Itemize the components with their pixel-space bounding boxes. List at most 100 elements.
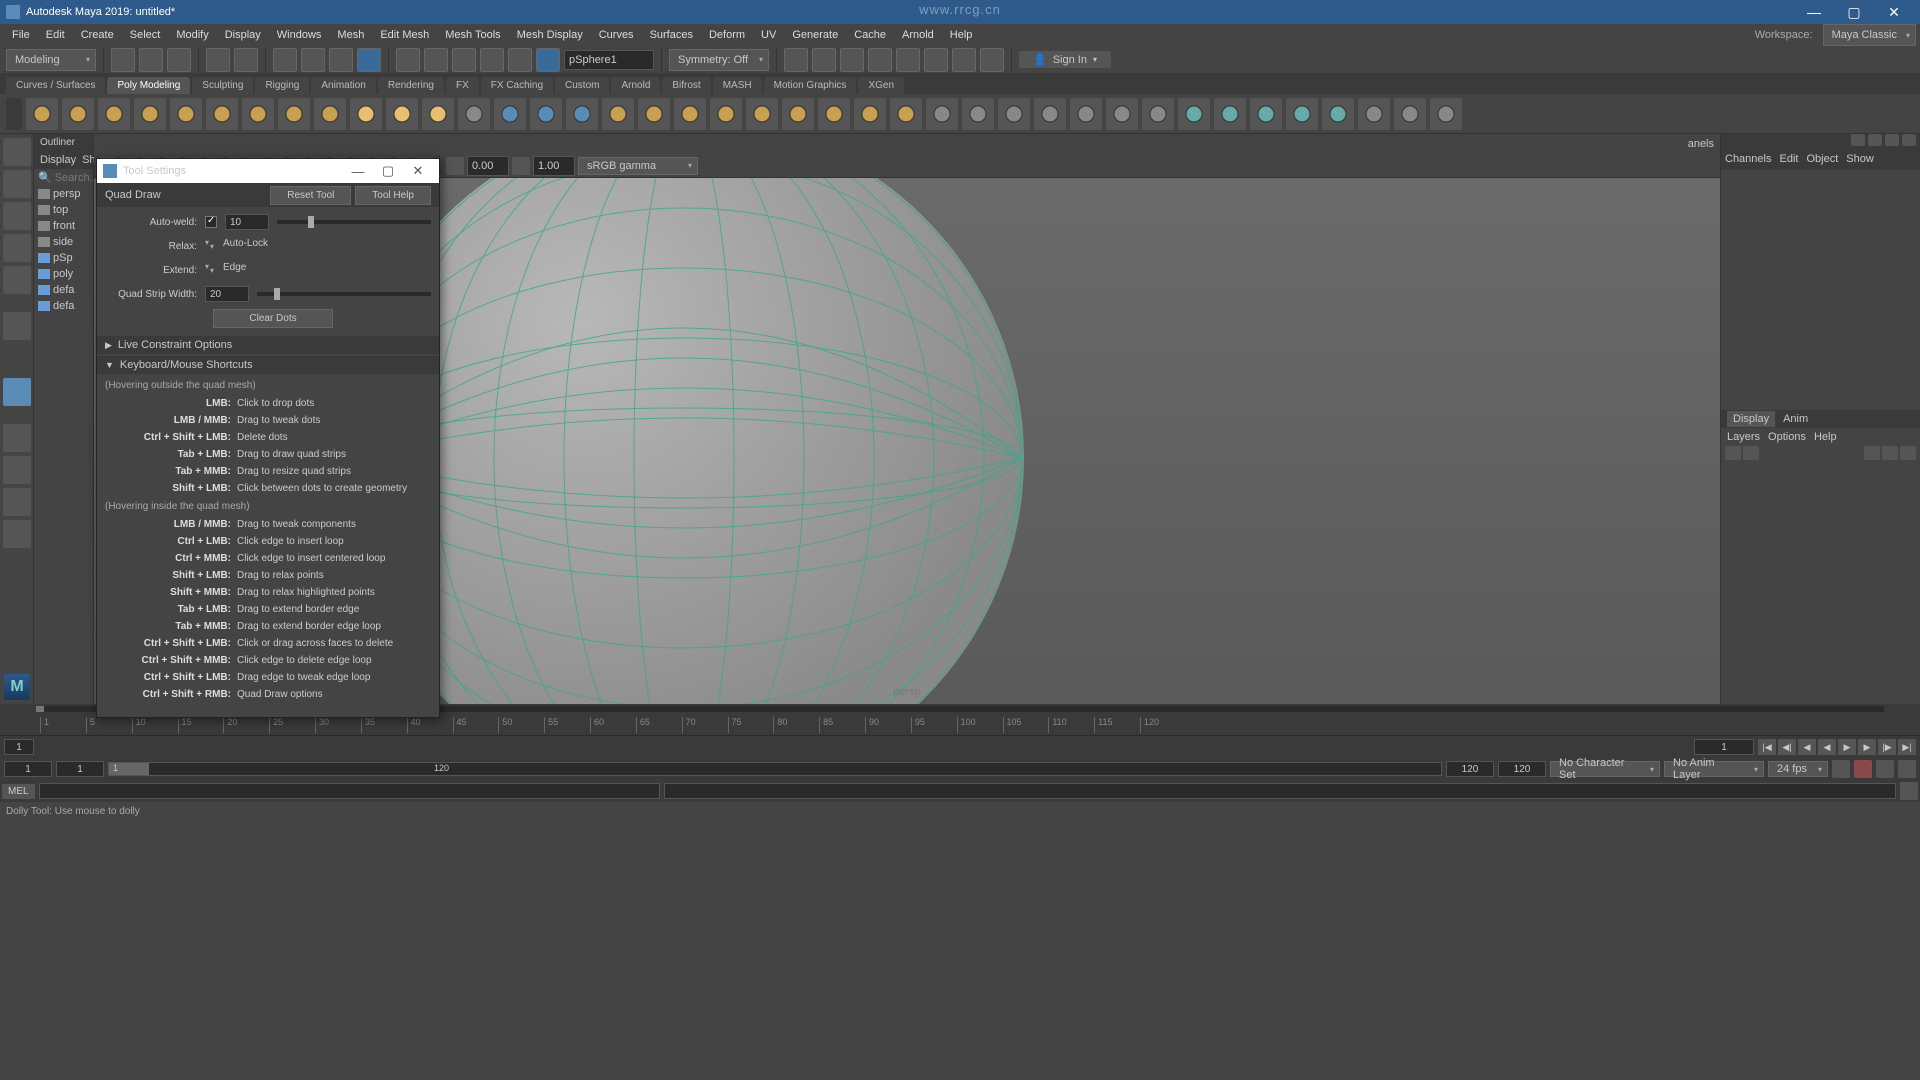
shelf-tab-arnold[interactable]: Arnold [611,77,660,94]
shelf-tab-xgen[interactable]: XGen [858,77,904,94]
menu-curves[interactable]: Curves [591,26,642,44]
panel-toggle-1[interactable] [1851,134,1865,146]
select-tool[interactable] [3,138,31,166]
range-start-outer[interactable] [4,761,52,777]
extend-dropdown[interactable]: Edge [219,262,339,278]
snap-grid-button[interactable] [396,48,420,72]
shelf-icon-1[interactable] [62,98,94,130]
menu-help[interactable]: Help [1814,431,1837,443]
panel-toggle-4[interactable] [1902,134,1916,146]
layer-btn-3[interactable] [1864,446,1880,460]
select-highlight-button[interactable] [357,48,381,72]
snap-point-button[interactable] [452,48,476,72]
symmetry-dropdown[interactable]: Symmetry: Off [669,49,769,71]
goto-start-button[interactable]: |◀ [1758,739,1776,755]
scale-tool[interactable] [3,266,31,294]
shelf-icon-15[interactable] [566,98,598,130]
layer-btn-4[interactable] [1882,446,1898,460]
auto-weld-checkbox[interactable] [205,216,217,228]
shelf-icon-39[interactable] [1430,98,1462,130]
workspace-dropdown[interactable]: Maya Classic [1823,24,1916,46]
layout-single-button[interactable] [3,424,31,452]
range-slider-track[interactable]: 1 120 [108,762,1442,776]
shelf-icon-5[interactable] [206,98,238,130]
shelf-toggle-icon[interactable] [6,98,22,130]
shelf-icon-30[interactable] [1106,98,1138,130]
menu-options[interactable]: Options [1768,431,1806,443]
snap-curve-button[interactable] [424,48,448,72]
step-back-button[interactable]: ◀ [1798,739,1816,755]
hypershade-button[interactable] [896,48,920,72]
outliner-search[interactable]: 🔍 Search... [34,169,93,186]
section-shortcuts[interactable]: ▼ Keyboard/Mouse Shortcuts [97,356,439,374]
make-live-button[interactable] [536,48,560,72]
range-start-inner[interactable] [56,761,104,777]
shelf-icon-35[interactable] [1286,98,1318,130]
auto-key-button[interactable] [1832,760,1850,778]
tab-object[interactable]: Object [1806,153,1838,165]
light-editor-button[interactable] [952,48,976,72]
section-live-constraint[interactable]: ▶ Live Constraint Options [97,336,439,354]
play-back-button[interactable]: ◀ [1818,739,1836,755]
step-forward-key-button[interactable]: |▶ [1878,739,1896,755]
set-key-button[interactable] [1854,760,1872,778]
shelf-icon-23[interactable] [854,98,886,130]
vp-exposure-icon[interactable] [446,157,464,175]
shelf-tab-fx-caching[interactable]: FX Caching [481,77,553,94]
menu-generate[interactable]: Generate [784,26,846,44]
rotate-tool[interactable] [3,234,31,262]
undo-button[interactable] [206,48,230,72]
menu-windows[interactable]: Windows [269,26,330,44]
tab-display[interactable]: Display [1727,411,1775,427]
tab-anim[interactable]: Anim [1783,413,1808,425]
relax-dropdown[interactable]: Auto-Lock [219,238,339,254]
signin-button[interactable]: 👤 Sign In ▾ [1019,51,1111,68]
move-tool[interactable] [3,202,31,230]
vp-gamma-field[interactable] [533,156,575,176]
object-name-field[interactable] [564,50,654,70]
shelf-tab-rendering[interactable]: Rendering [378,77,444,94]
maximize-button[interactable]: ▢ [1834,2,1874,22]
menu-deform[interactable]: Deform [701,26,753,44]
shelf-tab-rigging[interactable]: Rigging [255,77,309,94]
shelf-icon-27[interactable] [998,98,1030,130]
panel-toggle-3[interactable] [1885,134,1899,146]
panel-toggle-2[interactable] [1868,134,1882,146]
shelf-tab-fx[interactable]: FX [446,77,479,94]
shelf-icon-33[interactable] [1214,98,1246,130]
shelf-icon-38[interactable] [1394,98,1426,130]
snap-live-button[interactable] [508,48,532,72]
outliner-item[interactable]: defa [34,282,93,298]
shelf-icon-28[interactable] [1034,98,1066,130]
snap-plane-button[interactable] [480,48,504,72]
ts-titlebar[interactable]: Tool Settings — ▢ ✕ [97,159,439,183]
anim-layer-dropdown[interactable]: No Anim Layer [1664,761,1764,777]
menu-create[interactable]: Create [73,26,122,44]
shelf-icon-4[interactable] [170,98,202,130]
reset-tool-button[interactable]: Reset Tool [270,186,351,205]
shelf-icon-25[interactable] [926,98,958,130]
range-slider-handle[interactable]: 1 120 [109,763,149,775]
vp-exposure-field[interactable] [467,156,509,176]
minimize-button[interactable]: — [1794,2,1834,22]
shelf-tab-curves-surfaces[interactable]: Curves / Surfaces [6,77,105,94]
shelf-icon-34[interactable] [1250,98,1282,130]
layout-outliner-button[interactable] [3,520,31,548]
shelf-icon-24[interactable] [890,98,922,130]
shelf-icon-8[interactable] [314,98,346,130]
open-scene-button[interactable] [139,48,163,72]
layout-two-button[interactable] [3,488,31,516]
shelf-tab-custom[interactable]: Custom [555,77,609,94]
menu-file[interactable]: File [4,26,38,44]
render-button[interactable] [812,48,836,72]
ipr-render-button[interactable] [840,48,864,72]
play-forward-button[interactable]: ▶ [1838,739,1856,755]
ts-minimize[interactable]: — [343,164,373,179]
menu-select[interactable]: Select [122,26,169,44]
save-scene-button[interactable] [167,48,191,72]
shelf-icon-36[interactable] [1322,98,1354,130]
menu-arnold[interactable]: Arnold [894,26,942,44]
shelf-icon-16[interactable] [602,98,634,130]
shelf-icon-7[interactable] [278,98,310,130]
shelf-tab-poly-modeling[interactable]: Poly Modeling [107,77,190,94]
